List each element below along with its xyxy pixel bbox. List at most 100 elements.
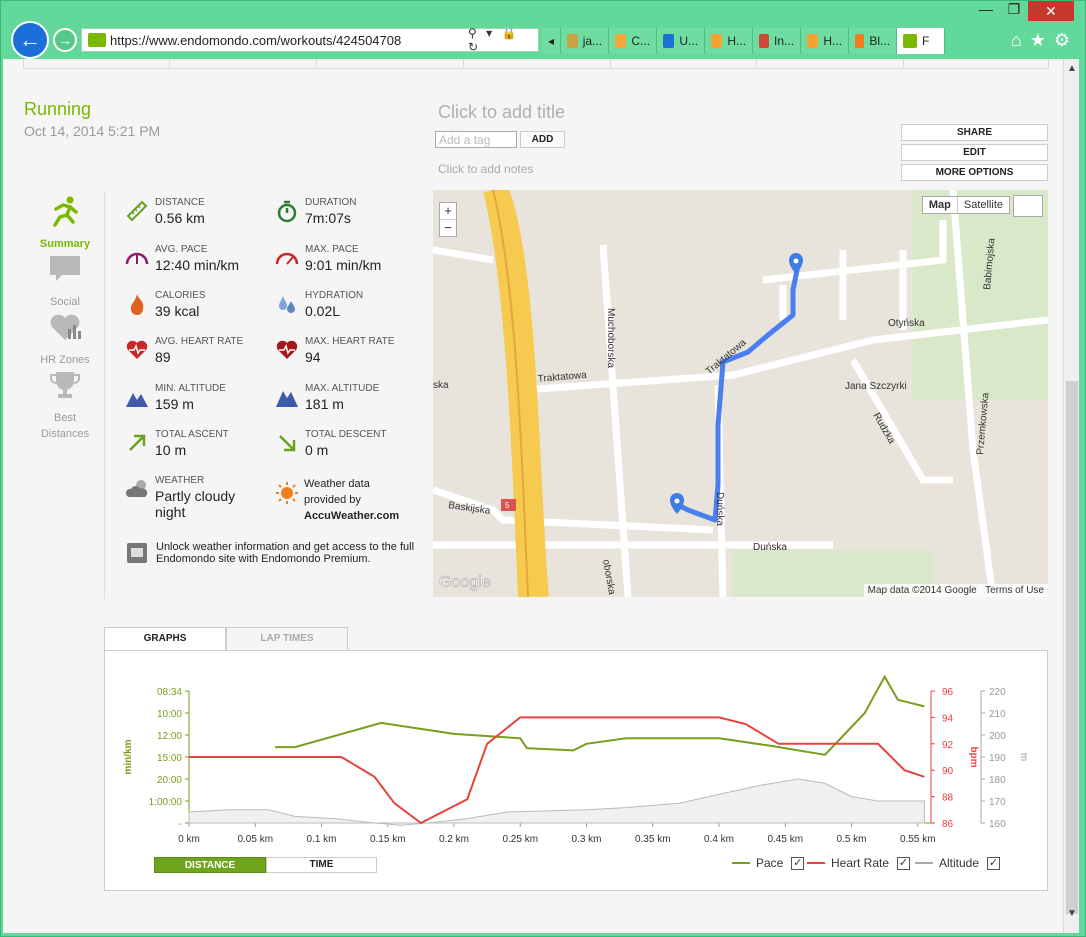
road-number: 5 (505, 501, 510, 510)
tab-favicon-icon (615, 34, 627, 48)
top-table-strip (23, 59, 1049, 69)
back-button[interactable]: ← (11, 21, 49, 59)
browser-tab[interactable]: In... (753, 28, 802, 54)
scroll-thumb[interactable] (1066, 381, 1078, 914)
map-type-map-button[interactable]: Map (923, 197, 958, 213)
zoom-in-button[interactable]: + (440, 203, 456, 219)
hr-tick-label: 90 (942, 766, 954, 777)
street-label: ska (433, 380, 449, 391)
map-zoom-control[interactable]: + − (439, 202, 457, 237)
settings-gear-icon[interactable]: ⚙ (1054, 30, 1070, 51)
share-button[interactable]: SHARE (901, 124, 1048, 141)
sidebar-item-label: HR Zones (40, 354, 90, 366)
distance-toggle-button[interactable]: DISTANCE (154, 857, 266, 873)
tab-graphs[interactable]: GRAPHS (104, 627, 226, 651)
street-label: Duńska (714, 492, 725, 526)
accuweather-link[interactable]: AccuWeather.com (304, 508, 414, 524)
more-options-button[interactable]: MORE OPTIONS (901, 164, 1048, 181)
mountains-max-icon (276, 391, 298, 407)
maximize-button[interactable]: ❐ (1000, 1, 1028, 21)
browser-tab[interactable]: H... (801, 28, 850, 54)
mountains-icon (126, 393, 148, 407)
browser-toolbar: ← → https://www.endomondo.com/workouts/4… (8, 1, 1080, 59)
sidebar-item-label: Best Distances (40, 412, 90, 440)
tab-favicon-icon (663, 34, 675, 48)
page-scrollbar[interactable]: ▲ ▼ (1063, 59, 1079, 933)
edit-button[interactable]: EDIT (901, 144, 1048, 161)
minimize-button[interactable]: — (972, 1, 1000, 21)
tag-input[interactable]: Add a tag (435, 131, 517, 148)
street-label: Duńska (753, 542, 787, 553)
legend-altitude[interactable]: Altitude ✓ (915, 856, 1001, 870)
graph-panel: 0 km 0.05 km 0.1 km 0.15 km 0.2 km 0.25 km 0.3… (104, 650, 1048, 891)
altitude-tick-label: 160 (989, 819, 1006, 830)
fullscreen-button[interactable] (1013, 195, 1043, 217)
notes-placeholder[interactable]: Click to add notes (438, 162, 533, 176)
browser-tab[interactable]: Bl... (849, 28, 898, 54)
address-bar[interactable]: https://www.endomondo.com/workouts/42450… (81, 26, 539, 54)
tab-scroll-left[interactable]: ◂ (542, 28, 562, 54)
tab-label: H... (823, 34, 843, 48)
tab-favicon-icon (759, 34, 770, 48)
workout-chart[interactable]: 0 km 0.05 km 0.1 km 0.15 km 0.2 km 0.25 km 0.3… (105, 651, 1047, 851)
browser-tab[interactable]: C... (609, 28, 658, 54)
x-tick-label: 0.45 km (767, 834, 803, 845)
heart-rate-checkbox[interactable]: ✓ (897, 856, 911, 870)
terms-link[interactable]: Terms of Use (985, 585, 1044, 596)
unlock-premium-text[interactable]: Unlock weather information and get acces… (156, 541, 418, 565)
sidebar-item-social[interactable]: Social (25, 253, 105, 310)
title-placeholder[interactable]: Click to add title (438, 102, 565, 123)
workout-side-nav: Summary Social HR Zones Best Distances (25, 191, 105, 599)
hr-tick-label: 92 (942, 740, 954, 751)
home-icon[interactable]: ⌂ (1011, 30, 1022, 51)
max-pace-gauge-icon (275, 252, 299, 265)
hr-tick-label: 86 (942, 819, 954, 830)
browser-tab[interactable]: F (897, 28, 946, 54)
altitude-tick-label: 180 (989, 775, 1006, 786)
close-button[interactable]: ✕ (1028, 1, 1074, 21)
site-favicon-icon (88, 33, 106, 47)
browser-tab[interactable]: H... (705, 28, 754, 54)
tab-label: In... (774, 34, 795, 48)
tab-label: U... (679, 34, 699, 48)
x-tick-label: 0.5 km (836, 834, 866, 845)
window-controls: — ❐ ✕ (972, 1, 1074, 21)
map-type-control[interactable]: Map Satellite (921, 196, 1010, 214)
pace-checkbox[interactable]: ✓ (791, 856, 805, 870)
tab-label: Bl... (869, 34, 891, 48)
activity-type: Running (24, 99, 92, 119)
accuweather-sun-icon (276, 482, 298, 504)
legend-pace[interactable]: Pace ✓ (732, 856, 805, 870)
browser-right-controls: ⌂ ★ ⚙ (1011, 30, 1070, 51)
sidebar-item-best-distances[interactable]: Best Distances (25, 369, 105, 442)
sidebar-item-summary[interactable]: Summary (25, 195, 105, 252)
route-map[interactable]: Otyńska Muchoborska Traktatowa Jana Szcz… (433, 190, 1048, 597)
speech-bubble-icon (50, 256, 80, 281)
map-canvas[interactable]: Otyńska Muchoborska Traktatowa Jana Szcz… (433, 190, 1048, 597)
browser-tab[interactable]: ja... (561, 28, 610, 54)
scroll-up-button[interactable]: ▲ (1064, 63, 1080, 74)
tab-label: C... (631, 34, 651, 48)
scroll-down-button[interactable]: ▼ (1064, 908, 1080, 919)
graphs-section: GRAPHS LAP TIMES 0 km 0.05 km 0.1 km 0.15 k… (104, 627, 1048, 891)
add-tag-button[interactable]: ADD (520, 131, 565, 148)
arrow-down-right-icon (279, 435, 296, 452)
legend-heart-rate[interactable]: Heart Rate ✓ (807, 856, 911, 870)
favorites-star-icon[interactable]: ★ (1030, 30, 1046, 51)
sidebar-item-hr-zones[interactable]: HR Zones (25, 311, 105, 368)
address-controls[interactable]: ⚲ ▾ 🔒 ↻ (468, 26, 538, 54)
map-type-satellite-button[interactable]: Satellite (958, 197, 1009, 213)
tab-lap-times[interactable]: LAP TIMES (226, 627, 348, 651)
pace-tick-label: 10:00 (157, 709, 182, 720)
zoom-out-button[interactable]: − (440, 219, 456, 236)
altitude-series-area (188, 778, 925, 826)
hr-tick-label: 96 (942, 687, 954, 698)
time-toggle-button[interactable]: TIME (266, 857, 377, 873)
pace-tick-label: - (179, 819, 182, 830)
altitude-checkbox[interactable]: ✓ (987, 856, 1001, 870)
altitude-tick-label: 170 (989, 797, 1006, 808)
workout-date: Oct 14, 2014 5:21 PM (24, 123, 161, 139)
forward-button[interactable]: → (53, 28, 77, 52)
x-tick-label: 0 km (178, 834, 200, 845)
browser-tab[interactable]: U... (657, 28, 706, 54)
